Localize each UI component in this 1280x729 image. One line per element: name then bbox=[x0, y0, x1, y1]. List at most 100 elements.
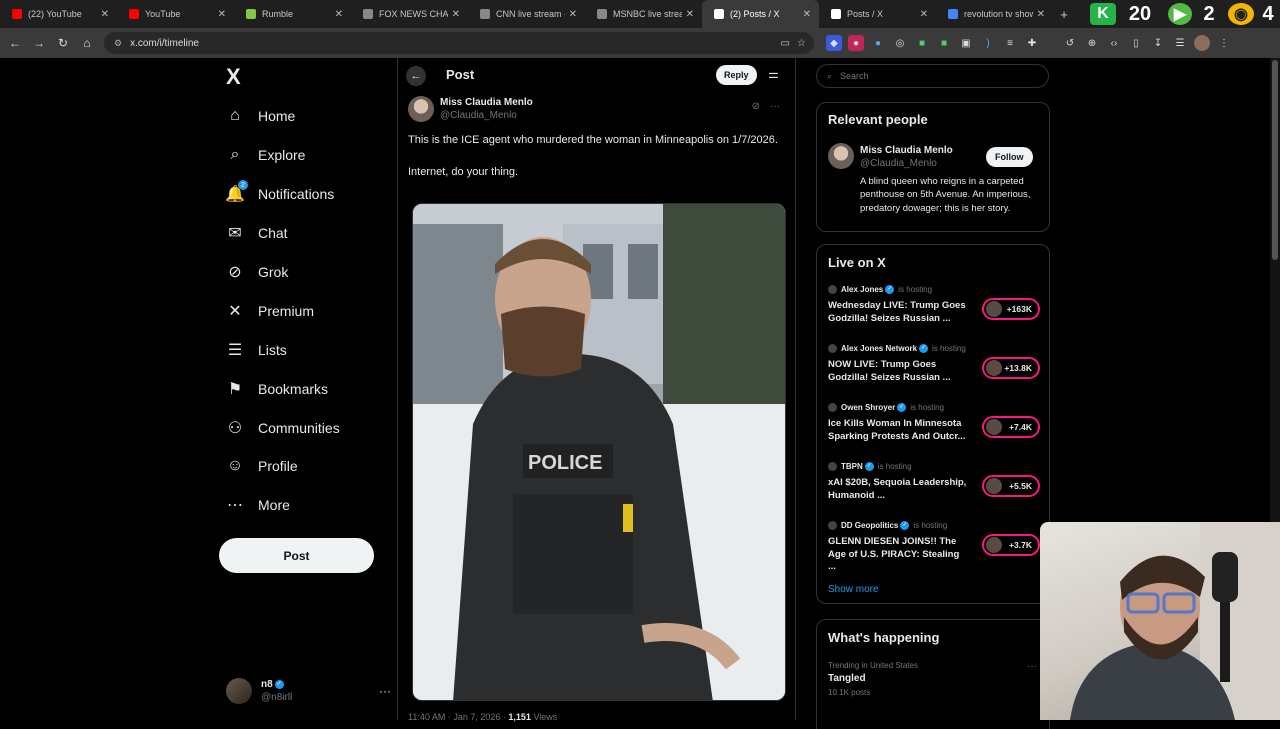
live-title[interactable]: Ice Kills Woman In Minnesota Sparking Pr… bbox=[828, 418, 968, 443]
extension-icon-8[interactable]: ) bbox=[980, 35, 996, 51]
close-icon[interactable]: ✕ bbox=[335, 9, 343, 20]
extension-icon-3[interactable]: ● bbox=[870, 35, 886, 51]
sidebar-item-profile[interactable]: ☺ Profile bbox=[218, 451, 298, 481]
browser-tab[interactable]: MSNBC live stream ✕ bbox=[585, 0, 702, 28]
back-arrow-icon[interactable]: ← bbox=[406, 66, 426, 86]
sidebar-item-bookmarks[interactable]: ⚑ Bookmarks bbox=[218, 374, 328, 404]
browser-profile-avatar[interactable] bbox=[1194, 35, 1210, 51]
scroll-thumb[interactable] bbox=[1272, 60, 1278, 260]
post-timestamp[interactable]: 11:40 AM · Jan 7, 2026 · bbox=[408, 712, 508, 722]
browser-tab[interactable]: revolution tv show ✕ bbox=[936, 0, 1053, 28]
avatar[interactable] bbox=[828, 143, 854, 169]
account-switcher[interactable]: n8 ✓ @n8irll ··· bbox=[226, 676, 391, 706]
listener-count[interactable]: +163K bbox=[982, 298, 1040, 320]
author-avatar[interactable] bbox=[408, 96, 434, 122]
sliders-icon[interactable]: ⚌ bbox=[768, 67, 779, 81]
extension-icon-1[interactable]: ◆ bbox=[826, 35, 842, 51]
host-name[interactable]: Alex Jones Network bbox=[841, 344, 917, 353]
sidebar-item-notifications[interactable]: 🔔 2 Notifications bbox=[218, 179, 334, 209]
forward-arrow-icon[interactable]: → bbox=[27, 36, 51, 50]
bookmark-star-icon[interactable]: ☆ bbox=[797, 38, 806, 49]
close-icon[interactable]: ✕ bbox=[803, 9, 811, 20]
close-icon[interactable]: ✕ bbox=[1037, 9, 1045, 20]
extension-icon-6[interactable]: ■ bbox=[936, 35, 952, 51]
trend-name[interactable]: Tangled bbox=[828, 673, 866, 684]
browser-tab[interactable]: CNN live stream - Y ✕ bbox=[468, 0, 585, 28]
site-info-icon[interactable]: ⚙ bbox=[114, 38, 122, 49]
close-icon[interactable]: ✕ bbox=[686, 9, 694, 20]
menu-lines-icon[interactable]: ☰ bbox=[1172, 35, 1188, 51]
back-arrow-icon[interactable]: ← bbox=[3, 36, 27, 50]
sidebar-item-premium[interactable]: ✕ Premium bbox=[218, 296, 314, 326]
kick-extension-icon[interactable]: K bbox=[1090, 3, 1116, 25]
show-more-link[interactable]: Show more bbox=[828, 584, 879, 595]
author-name[interactable]: Miss Claudia Menlo bbox=[440, 96, 533, 109]
browser-tab[interactable]: FOX NEWS CHANNE ✕ bbox=[351, 0, 468, 28]
close-icon[interactable]: ✕ bbox=[569, 9, 577, 20]
close-icon[interactable]: ✕ bbox=[452, 9, 460, 20]
host-name[interactable]: TBPN bbox=[841, 462, 863, 471]
sidebar-item-grok[interactable]: ⊘ Grok bbox=[218, 257, 288, 287]
sidebar-item-home[interactable]: ⌂ Home bbox=[218, 101, 295, 131]
close-icon[interactable]: ✕ bbox=[101, 9, 109, 20]
browser-tab[interactable]: (22) YouTube ✕ bbox=[0, 0, 117, 28]
extension-icon-4[interactable]: ◎ bbox=[892, 35, 908, 51]
live-item[interactable]: DD Geopolitics ✓ is hosting GLENN DIESEN JO… bbox=[828, 521, 1040, 575]
browser-tab[interactable]: YouTube ✕ bbox=[117, 0, 234, 28]
host-name[interactable]: Alex Jones bbox=[841, 285, 883, 294]
home-browser-icon[interactable]: ⌂ bbox=[75, 36, 99, 50]
devtools-icon[interactable]: ‹› bbox=[1106, 35, 1122, 51]
listener-count[interactable]: +13.8K bbox=[982, 357, 1040, 379]
live-item[interactable]: Alex Jones Network ✓ is hosting NOW LIVE: T… bbox=[828, 344, 1040, 398]
sidebar-item-more[interactable]: ⋯ More bbox=[218, 490, 290, 520]
extension-icon-9[interactable]: ≡ bbox=[1002, 35, 1018, 51]
host-name[interactable]: DD Geopolitics bbox=[841, 521, 898, 530]
history-icon[interactable]: ↺ bbox=[1062, 35, 1078, 51]
listener-count[interactable]: +7.4K bbox=[982, 416, 1040, 438]
live-item[interactable]: Alex Jones ✓ is hosting Wednesday LIVE: Tru… bbox=[828, 285, 1040, 339]
new-tab-button[interactable]: + bbox=[1053, 7, 1075, 22]
sidebar-item-communities[interactable]: ⚇ Communities bbox=[218, 413, 340, 443]
live-title[interactable]: xAI $20B, Sequoia Leadership, Humanoid .… bbox=[828, 477, 968, 502]
mask-icon[interactable]: ◉ bbox=[1228, 3, 1254, 25]
puzzle-icon[interactable]: ✚ bbox=[1024, 35, 1040, 51]
extension-icon-5[interactable]: ■ bbox=[914, 35, 930, 51]
extension-icon-2[interactable]: ● bbox=[848, 35, 864, 51]
close-icon[interactable]: ✕ bbox=[920, 9, 928, 20]
live-title[interactable]: GLENN DIESEN JOINS!! The Age of U.S. PIR… bbox=[828, 536, 968, 574]
live-item[interactable]: TBPN ✓ is hosting xAI $20B, Sequoia Leaders… bbox=[828, 462, 1040, 516]
sidebar-item-lists[interactable]: ☰ Lists bbox=[218, 335, 287, 365]
browser-menu-icon[interactable]: ⋮ bbox=[1216, 35, 1232, 51]
post-video[interactable]: POLICE bbox=[412, 203, 786, 701]
x-logo[interactable]: X bbox=[226, 64, 241, 90]
close-icon[interactable]: ✕ bbox=[218, 9, 226, 20]
sidebar-item-explore[interactable]: ⌕ Explore bbox=[218, 140, 306, 170]
extension-icon-10[interactable]: ⊕ bbox=[1084, 35, 1100, 51]
browser-tab[interactable]: (2) Posts / X ✕ bbox=[702, 0, 819, 28]
search-input[interactable]: ⌕ Search bbox=[816, 64, 1049, 88]
follow-button[interactable]: Follow bbox=[986, 147, 1033, 167]
post-button[interactable]: Post bbox=[219, 538, 374, 573]
live-title[interactable]: Wednesday LIVE: Trump Goes Godzilla! Sei… bbox=[828, 300, 968, 325]
host-name[interactable]: Owen Shroyer bbox=[841, 403, 895, 412]
downloads-icon[interactable]: ↧ bbox=[1150, 35, 1166, 51]
more-dots-icon[interactable]: ··· bbox=[379, 684, 391, 698]
sidebar-icon[interactable]: ▯ bbox=[1128, 35, 1144, 51]
extension-icon-7[interactable]: ▣ bbox=[958, 35, 974, 51]
grok-icon[interactable]: ⊘ bbox=[752, 101, 760, 112]
reply-button[interactable]: Reply bbox=[716, 65, 757, 85]
browser-tab[interactable]: Rumble ✕ bbox=[234, 0, 351, 28]
cast-icon[interactable]: ▭ bbox=[781, 38, 790, 49]
browser-tab[interactable]: Posts / X ✕ bbox=[819, 0, 936, 28]
reload-icon[interactable]: ↻ bbox=[51, 36, 75, 50]
live-title[interactable]: NOW LIVE: Trump Goes Godzilla! Seizes Ru… bbox=[828, 359, 968, 384]
person-handle[interactable]: @Claudia_Menlo bbox=[860, 158, 937, 169]
more-dots-icon[interactable]: ··· bbox=[1027, 661, 1037, 672]
person-name[interactable]: Miss Claudia Menlo bbox=[860, 145, 953, 156]
rumble-icon[interactable]: ▶ bbox=[1168, 3, 1192, 25]
listener-count[interactable]: +5.5K bbox=[982, 475, 1040, 497]
more-dots-icon[interactable]: ··· bbox=[770, 101, 780, 112]
sidebar-item-chat[interactable]: ✉ Chat bbox=[218, 218, 287, 248]
address-bar[interactable]: ⚙ x.com/i/timeline ▭ ☆ bbox=[104, 32, 814, 54]
live-item[interactable]: Owen Shroyer ✓ is hosting Ice Kills Woman I… bbox=[828, 403, 1040, 457]
